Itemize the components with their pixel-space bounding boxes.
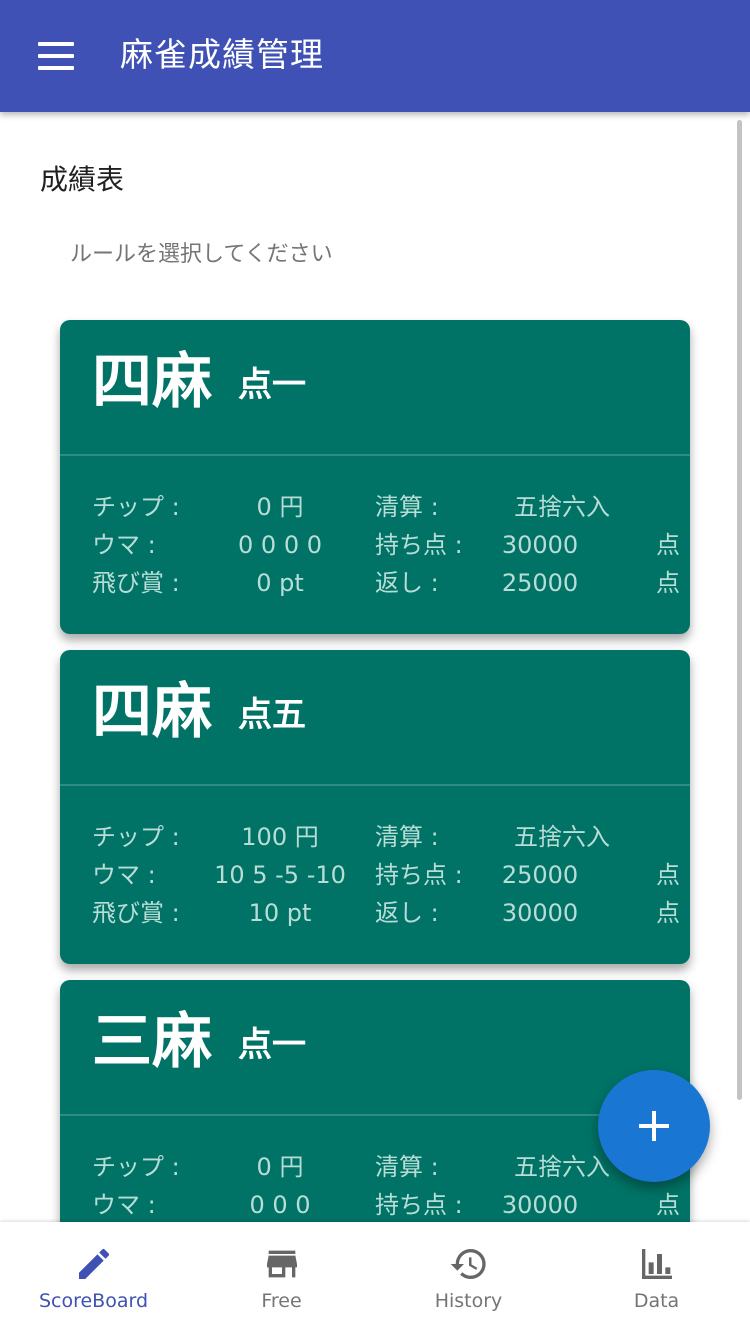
divider [60, 454, 690, 456]
tobi-label: 飛び賞 : [92, 569, 180, 597]
uma-value: 0 0 0 0 [238, 531, 322, 559]
return-points-unit: 点 [656, 899, 680, 927]
settlement-value: 五捨六入 [514, 823, 610, 851]
rule-details: チップ : 0 円 清算 : 五捨六入 ウマ : 0 0 0 0 持ち点 : 3… [60, 488, 690, 602]
rule-card[interactable]: 四麻 点五 チップ : 100 円 清算 : 五捨六入 ウマ : 10 5 -5… [60, 650, 690, 964]
start-points-label: 持ち点 : [375, 1191, 463, 1219]
nav-data[interactable]: Data [563, 1222, 750, 1334]
return-points-label: 返し : [375, 569, 439, 597]
uma-label: ウマ : [92, 861, 156, 889]
divider [60, 784, 690, 786]
chip-label: チップ : [92, 823, 180, 851]
rule-card-header: 四麻 点五 [60, 650, 690, 784]
rate: 点五 [238, 695, 306, 735]
player-count: 三麻 [92, 1007, 212, 1077]
select-rule-hint: ルールを選択してください [70, 242, 333, 267]
start-points-value: 30000 [501, 531, 579, 559]
return-points-value: 25000 [501, 569, 579, 597]
nav-label: Free [261, 1290, 302, 1312]
rule-details: チップ : 0 円 清算 : 五捨六入 ウマ : 0 0 0 持ち点 : 300… [60, 1148, 690, 1224]
start-points-label: 持ち点 : [375, 861, 463, 889]
return-points-label: 返し : [375, 899, 439, 927]
tobi-value: 0 pt [256, 569, 304, 597]
settlement-label: 清算 : [375, 493, 439, 521]
uma-label: ウマ : [92, 1191, 156, 1219]
nav-label: Data [633, 1290, 680, 1312]
bar-chart-icon [642, 1249, 672, 1279]
start-points-value: 30000 [501, 1191, 579, 1219]
start-points-unit: 点 [656, 531, 680, 559]
player-count: 四麻 [92, 677, 212, 747]
menu-icon[interactable] [38, 42, 74, 70]
chip-value: 100 円 [241, 823, 319, 851]
tobi-value: 10 pt [248, 899, 312, 927]
nav-label: ScoreBoard [38, 1290, 149, 1312]
return-points-unit: 点 [656, 569, 680, 597]
start-points-unit: 点 [656, 1191, 680, 1219]
rule-details: チップ : 100 円 清算 : 五捨六入 ウマ : 10 5 -5 -10 持… [60, 818, 690, 932]
nav-scoreboard[interactable]: ScoreBoard [0, 1222, 187, 1334]
rate: 点一 [238, 365, 306, 405]
app-bar: 麻雀成績管理 [0, 0, 750, 112]
bottom-navigation: ScoreBoard Free History Data [0, 1222, 750, 1334]
chip-label: チップ : [92, 493, 180, 521]
tobi-label: 飛び賞 : [92, 899, 180, 927]
nav-free[interactable]: Free [188, 1222, 375, 1334]
uma-value: 10 5 -5 -10 [214, 861, 346, 889]
section-title: 成績表 [40, 163, 125, 196]
rule-card[interactable]: 四麻 点一 チップ : 0 円 清算 : 五捨六入 ウマ : 0 0 0 0 持… [60, 320, 690, 634]
app-title: 麻雀成績管理 [120, 35, 324, 74]
chip-value: 0 円 [256, 1153, 304, 1181]
nav-label: History [434, 1290, 503, 1312]
history-icon [450, 1249, 486, 1279]
settlement-label: 清算 : [375, 1153, 439, 1181]
divider [60, 1114, 690, 1116]
settlement-label: 清算 : [375, 823, 439, 851]
rule-card-header: 四麻 点一 [60, 320, 690, 454]
nav-history[interactable]: History [375, 1222, 562, 1334]
add-rule-button[interactable] [598, 1070, 710, 1182]
start-points-value: 25000 [501, 861, 579, 889]
pencil-icon [79, 1248, 110, 1279]
rule-card-header: 三麻 点一 [60, 980, 690, 1114]
start-points-label: 持ち点 : [375, 531, 463, 559]
player-count: 四麻 [92, 347, 212, 417]
scrollbar[interactable] [737, 120, 742, 1100]
uma-label: ウマ : [92, 531, 156, 559]
return-points-value: 30000 [501, 899, 579, 927]
uma-value: 0 0 0 [249, 1191, 311, 1219]
settlement-value: 五捨六入 [514, 493, 610, 521]
start-points-unit: 点 [656, 861, 680, 889]
store-icon [267, 1250, 297, 1278]
chip-value: 0 円 [256, 493, 304, 521]
chip-label: チップ : [92, 1153, 180, 1181]
rate: 点一 [238, 1025, 306, 1065]
